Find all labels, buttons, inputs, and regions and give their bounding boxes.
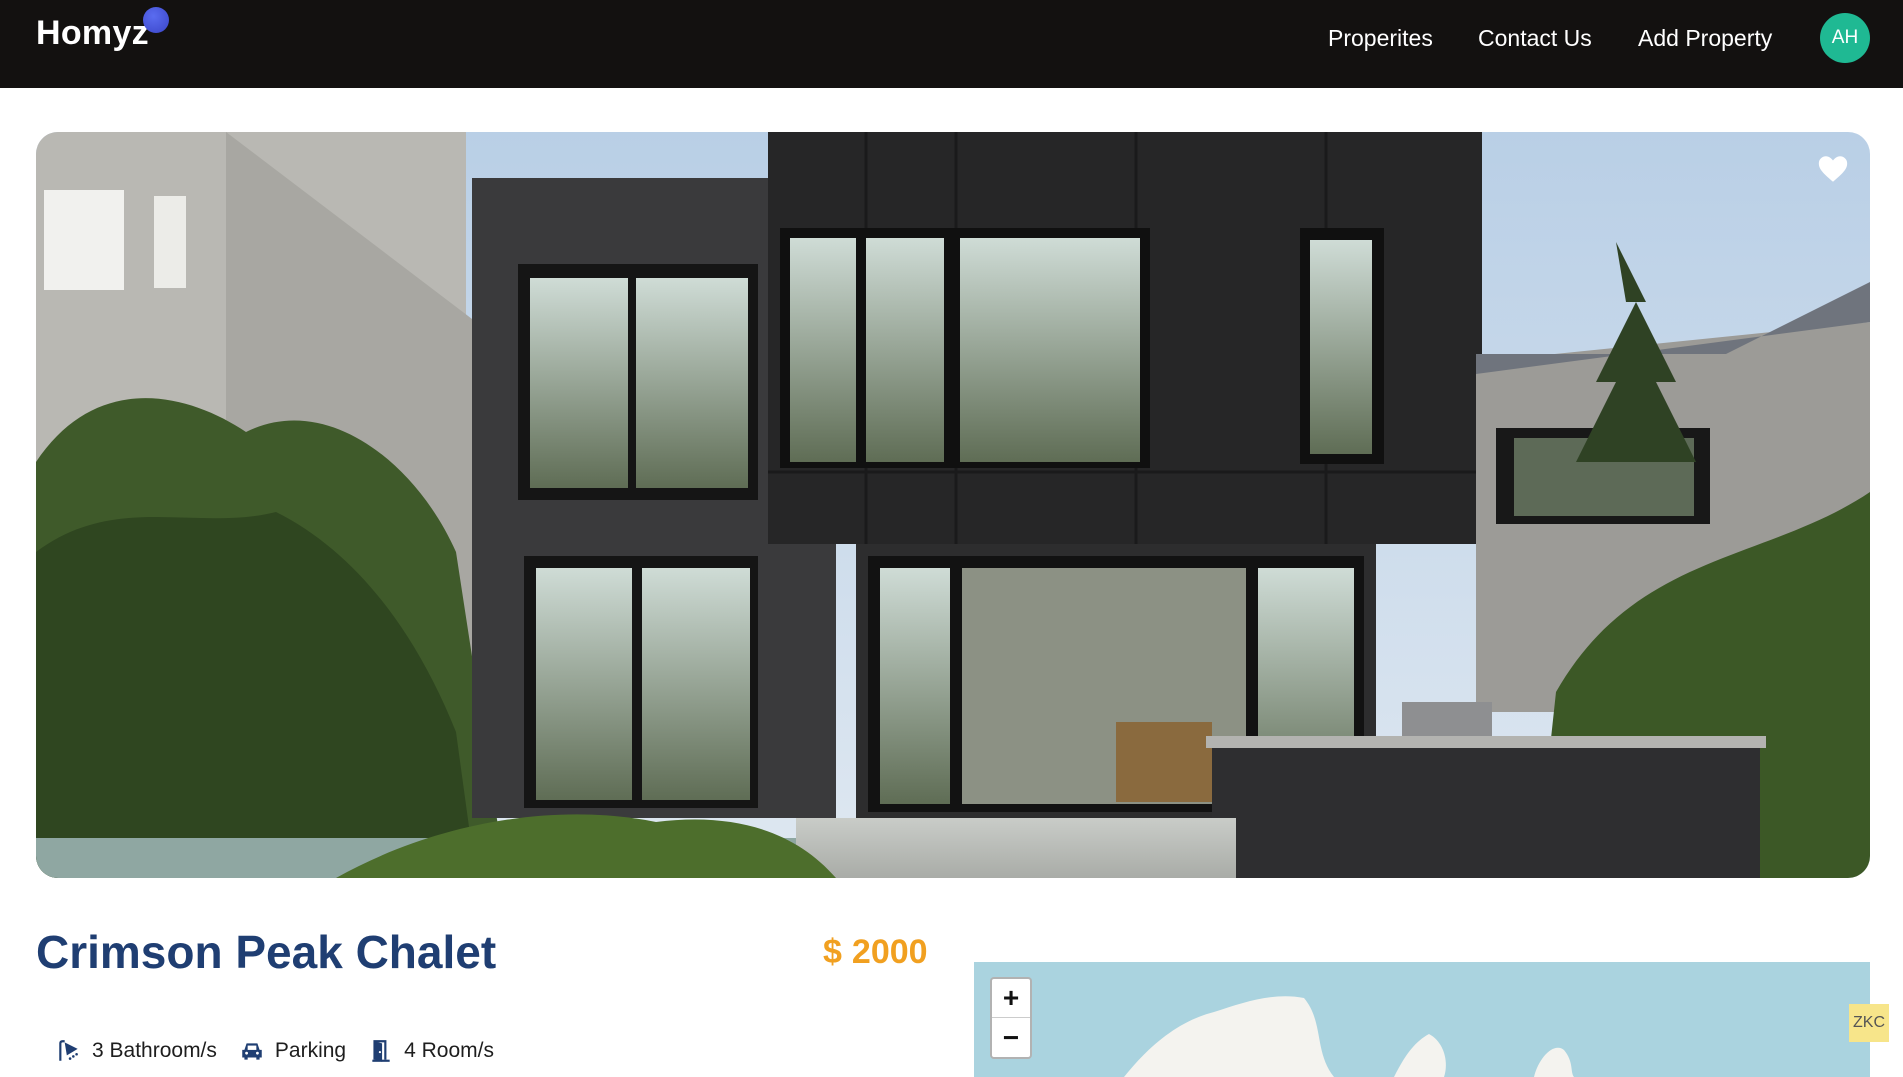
user-avatar[interactable]: AH	[1820, 13, 1870, 63]
nav-properties-link[interactable]: Properites	[1328, 25, 1433, 52]
facility-parking: Parking	[239, 1038, 346, 1064]
door-icon	[372, 1040, 390, 1062]
facility-rooms: 4 Room/s	[368, 1038, 494, 1064]
price-value: 2000	[851, 933, 928, 971]
nav-add-property-link[interactable]: Add Property	[1638, 25, 1772, 52]
logo-dot-icon	[143, 7, 169, 33]
zoom-out-button[interactable]: −	[992, 1018, 1030, 1057]
logo[interactable]: Homyz	[36, 14, 149, 53]
zoom-in-button[interactable]: +	[992, 979, 1030, 1018]
map-zoom-control: + −	[990, 977, 1032, 1059]
property-price: $2000	[823, 933, 928, 972]
top-navbar: Homyz Properites Contact Us Add Property…	[0, 0, 1903, 88]
facility-bathrooms-label: 3 Bathroom/s	[92, 1039, 217, 1062]
property-title: Crimson Peak Chalet	[36, 926, 497, 978]
facility-bathrooms: 3 Bathroom/s	[56, 1038, 217, 1064]
property-map[interactable]	[974, 962, 1870, 1077]
currency-symbol: $	[823, 933, 842, 971]
corner-tag: ZKC	[1849, 1004, 1889, 1042]
facility-rooms-label: 4 Room/s	[404, 1039, 494, 1062]
nav-contact-link[interactable]: Contact Us	[1478, 25, 1592, 52]
property-image	[36, 132, 1870, 878]
shower-icon	[59, 1040, 78, 1061]
favorite-heart-icon[interactable]	[1816, 152, 1850, 186]
facility-parking-label: Parking	[274, 1039, 347, 1062]
facilities-list: 3 Bathroom/s Parking 4 Room/s	[56, 1038, 516, 1064]
car-icon	[242, 1043, 262, 1060]
